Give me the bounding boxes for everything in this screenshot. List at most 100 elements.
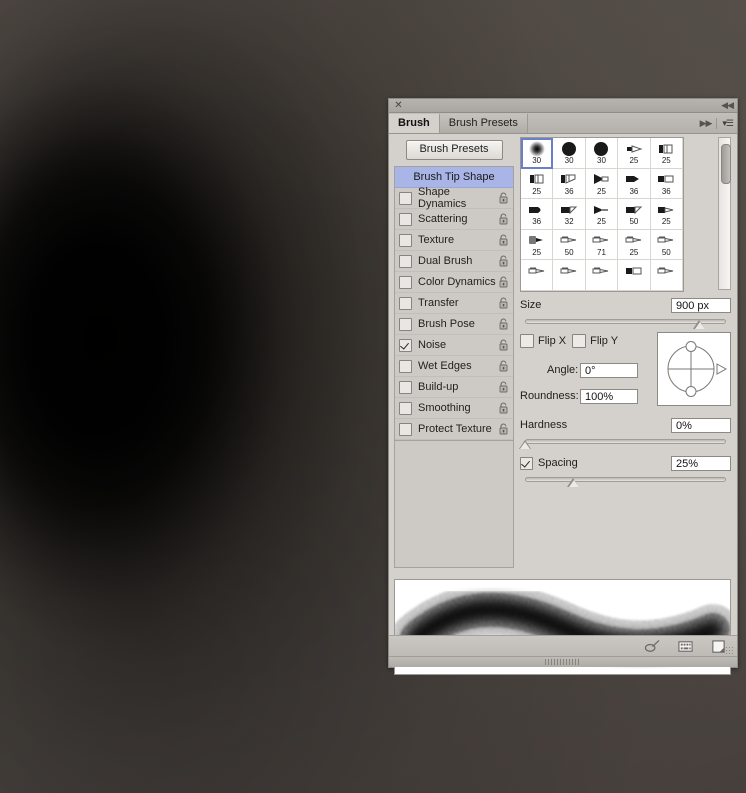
brush-tip-cell[interactable]: 36 — [618, 168, 651, 200]
brush-tip-cell[interactable]: 36 — [553, 168, 586, 200]
spacing-input[interactable]: 25% — [671, 455, 731, 471]
option-checkbox[interactable] — [399, 233, 412, 247]
lock-icon[interactable] — [498, 213, 509, 225]
expand-arrows-icon[interactable]: ▶▶ — [700, 118, 713, 129]
lock-icon[interactable] — [498, 402, 509, 414]
sidebar-item-color-dynamics[interactable]: Color Dynamics — [395, 272, 513, 293]
option-checkbox[interactable] — [399, 254, 412, 268]
brush-tip-cell[interactable]: 36 — [521, 199, 554, 230]
sidebar-item-label: Color Dynamics — [418, 276, 496, 288]
sidebar-item-noise[interactable]: Noise — [395, 335, 513, 356]
spacing-slider-track[interactable] — [525, 477, 726, 482]
brush-tip-cell[interactable]: 30 — [521, 138, 554, 169]
sidebar-item-brush-pose[interactable]: Brush Pose — [395, 314, 513, 335]
close-icon[interactable]: ✕ — [393, 100, 404, 111]
new-preset-panel-icon[interactable] — [677, 639, 694, 654]
brush-tip-cell[interactable]: 30 — [585, 138, 619, 169]
option-checkbox[interactable] — [399, 275, 412, 289]
brush-tip-cell[interactable]: 71 — [585, 229, 619, 261]
brush-tip-cell[interactable]: 32 — [553, 199, 586, 230]
sidebar-item-texture[interactable]: Texture — [395, 230, 513, 251]
option-checkbox[interactable] — [399, 212, 412, 226]
brush-tip-cell[interactable]: 25 — [585, 199, 619, 230]
angle-input[interactable]: 0° — [580, 362, 638, 378]
size-slider[interactable] — [520, 317, 731, 329]
sidebar-empty-area — [394, 441, 514, 568]
option-checkbox[interactable] — [399, 422, 412, 436]
lock-icon[interactable] — [498, 318, 509, 330]
hardness-slider-track[interactable] — [525, 439, 726, 444]
panel-drag-grip[interactable] — [545, 659, 581, 665]
lock-icon[interactable] — [498, 234, 509, 246]
brush-tip-cell[interactable]: 50 — [618, 199, 651, 230]
hardness-input[interactable]: 0% — [671, 417, 731, 433]
sidebar-item-build-up[interactable]: Build-up — [395, 377, 513, 398]
resize-grip-icon[interactable] — [725, 646, 733, 654]
lock-icon[interactable] — [498, 423, 509, 435]
option-checkbox[interactable] — [399, 296, 412, 310]
brush-tip-cell[interactable]: 50 — [650, 229, 683, 261]
panel-bottom-bar[interactable] — [389, 656, 737, 667]
brush-tip-cell[interactable]: 50 — [553, 229, 586, 261]
brush-tip-cell[interactable] — [618, 260, 651, 291]
brush-tip-cell[interactable]: 25 — [521, 168, 554, 200]
lock-icon[interactable] — [498, 381, 509, 393]
option-checkbox[interactable] — [399, 380, 412, 394]
sidebar-item-scattering[interactable]: Scattering — [395, 209, 513, 230]
panel-title-bar[interactable]: ✕ ◀◀ — [389, 99, 737, 113]
brush-tip-cell[interactable] — [521, 260, 554, 291]
flip-y-control[interactable]: Flip Y — [572, 334, 618, 348]
sidebar-item-dual-brush[interactable]: Dual Brush — [395, 251, 513, 272]
collapse-arrows-icon[interactable]: ◀◀ — [721, 99, 734, 112]
lock-icon[interactable] — [498, 360, 509, 372]
spacing-slider[interactable] — [520, 475, 731, 487]
brush-tip-cell[interactable]: 25 — [618, 229, 651, 261]
hardness-slider[interactable] — [518, 437, 731, 449]
brush-tip-cell[interactable]: 25 — [521, 229, 554, 261]
brush-tip-cell[interactable]: 30 — [553, 138, 586, 169]
tab-brush[interactable]: Brush — [389, 114, 440, 133]
brush-tip-cell[interactable]: 25 — [650, 199, 683, 230]
flip-y-label: Flip Y — [590, 335, 619, 347]
sidebar-item-brush-tip-shape[interactable]: Brush Tip Shape — [395, 167, 513, 188]
flip-y-checkbox[interactable] — [572, 334, 587, 348]
brush-tip-cell[interactable] — [650, 260, 683, 291]
brush-tip-cell[interactable] — [553, 260, 586, 291]
sidebar-item-shape-dynamics[interactable]: Shape Dynamics — [395, 186, 513, 210]
brush-tip-grid[interactable]: 30 30 30 25 25 25 36 25 36 36 36 32 25 5… — [520, 137, 684, 292]
sidebar-item-wet-edges[interactable]: Wet Edges — [395, 356, 513, 377]
option-checkbox[interactable] — [399, 191, 412, 205]
scrollbar-thumb[interactable] — [721, 144, 731, 185]
brush-tool-icon[interactable] — [644, 639, 661, 654]
sidebar-item-smoothing[interactable]: Smoothing — [395, 398, 513, 419]
sidebar-item-transfer[interactable]: Transfer — [395, 293, 513, 314]
tab-brush-presets[interactable]: Brush Presets — [439, 114, 528, 133]
flip-x-checkbox[interactable] — [520, 334, 534, 348]
option-checkbox[interactable] — [399, 338, 412, 352]
spacing-slider-thumb[interactable] — [567, 478, 580, 487]
spacing-checkbox[interactable] — [520, 456, 533, 470]
option-checkbox[interactable] — [399, 317, 412, 331]
hardness-slider-thumb[interactable] — [518, 440, 532, 449]
brush-presets-button[interactable]: Brush Presets — [405, 140, 503, 160]
lock-icon[interactable] — [498, 297, 509, 309]
lock-icon[interactable] — [498, 192, 509, 204]
flip-x-control[interactable]: Flip X — [520, 334, 566, 348]
size-input[interactable]: 900 px — [671, 297, 731, 313]
brush-tip-cell[interactable]: 25 — [650, 138, 683, 169]
sidebar-item-protect-texture[interactable]: Protect Texture — [395, 419, 513, 440]
brush-tip-cell[interactable] — [585, 260, 619, 291]
brush-tip-icon — [553, 201, 584, 218]
lock-icon[interactable] — [498, 339, 509, 351]
size-slider-thumb[interactable] — [693, 320, 706, 329]
option-checkbox[interactable] — [399, 359, 412, 373]
roundness-input[interactable]: 100% — [580, 388, 638, 404]
panel-menu-icon[interactable]: ▾☰ — [722, 118, 734, 129]
option-checkbox[interactable] — [399, 401, 412, 415]
brush-grid-scrollbar[interactable] — [718, 137, 731, 290]
brush-tip-cell[interactable]: 25 — [585, 168, 619, 200]
lock-icon[interactable] — [498, 255, 509, 267]
brush-tip-cell[interactable]: 36 — [650, 168, 683, 200]
brush-tip-cell[interactable]: 25 — [618, 138, 651, 169]
lock-icon[interactable] — [498, 276, 509, 288]
